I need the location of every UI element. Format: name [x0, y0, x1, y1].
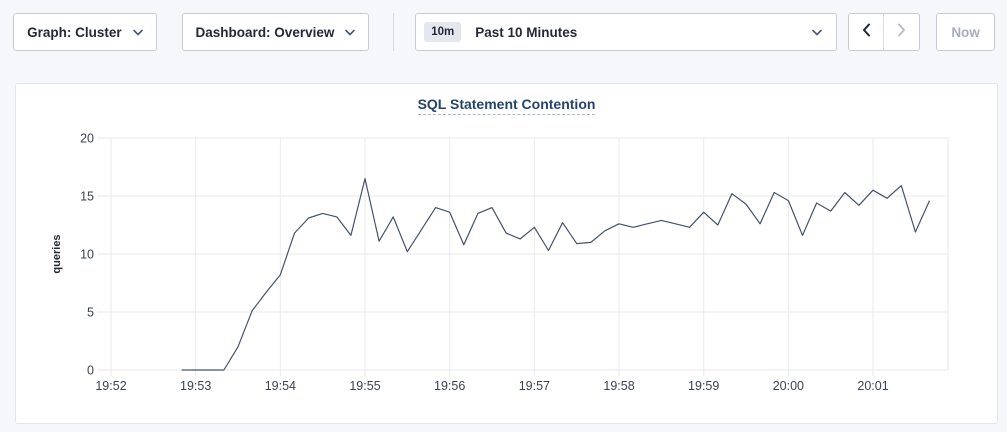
x-tick-label: 20:01: [857, 379, 888, 393]
chevron-left-icon: [862, 23, 871, 42]
graph-dropdown[interactable]: Graph: Cluster: [13, 13, 157, 51]
x-tick-label: 20:00: [773, 379, 804, 393]
chevron-down-icon: [133, 29, 143, 36]
chart-plot-area[interactable]: 0 5 10 15 20 19:52 19:53 19:54 19:55 19:56 19:57 19…: [16, 84, 999, 423]
chevron-right-icon: [897, 23, 906, 42]
x-tick-label: 19:57: [519, 379, 550, 393]
x-tick-label: 19:55: [349, 379, 380, 393]
x-tick-label: 19:54: [265, 379, 296, 393]
time-window-label: Past 10 Minutes: [475, 25, 577, 40]
x-tick-label: 19:52: [95, 379, 126, 393]
graph-dropdown-label: Graph: Cluster: [27, 25, 122, 40]
y-tick-label: 0: [87, 364, 94, 378]
dashboard-dropdown-label: Dashboard: Overview: [196, 25, 335, 40]
time-nav-arrows: [848, 13, 920, 51]
now-button[interactable]: Now: [936, 13, 995, 51]
chevron-down-icon: [345, 29, 355, 36]
x-tick-label: 19:56: [434, 379, 465, 393]
dashboard-dropdown[interactable]: Dashboard: Overview: [182, 13, 370, 51]
time-range-selector[interactable]: 10m Past 10 Minutes: [415, 13, 837, 51]
chevron-down-icon: [812, 29, 822, 36]
y-tick-label: 10: [80, 248, 94, 262]
toolbar: Graph: Cluster Dashboard: Overview 10m P…: [0, 0, 1007, 51]
y-tick-label: 20: [80, 132, 94, 146]
x-tick-label: 19:59: [688, 379, 719, 393]
y-axis-label: queries: [51, 234, 63, 273]
chart-card: SQL Statement Contention 0510152019:5219…: [15, 83, 998, 424]
time-window-badge: 10m: [424, 22, 461, 42]
previous-timeframe-button[interactable]: [849, 14, 884, 50]
next-timeframe-button[interactable]: [884, 14, 919, 50]
y-tick-label: 15: [80, 190, 94, 204]
y-tick-label: 5: [87, 306, 94, 320]
toolbar-divider: [393, 13, 394, 51]
series-line-queries: [182, 179, 930, 370]
x-tick-label: 19:58: [603, 379, 634, 393]
x-tick-label: 19:53: [180, 379, 211, 393]
